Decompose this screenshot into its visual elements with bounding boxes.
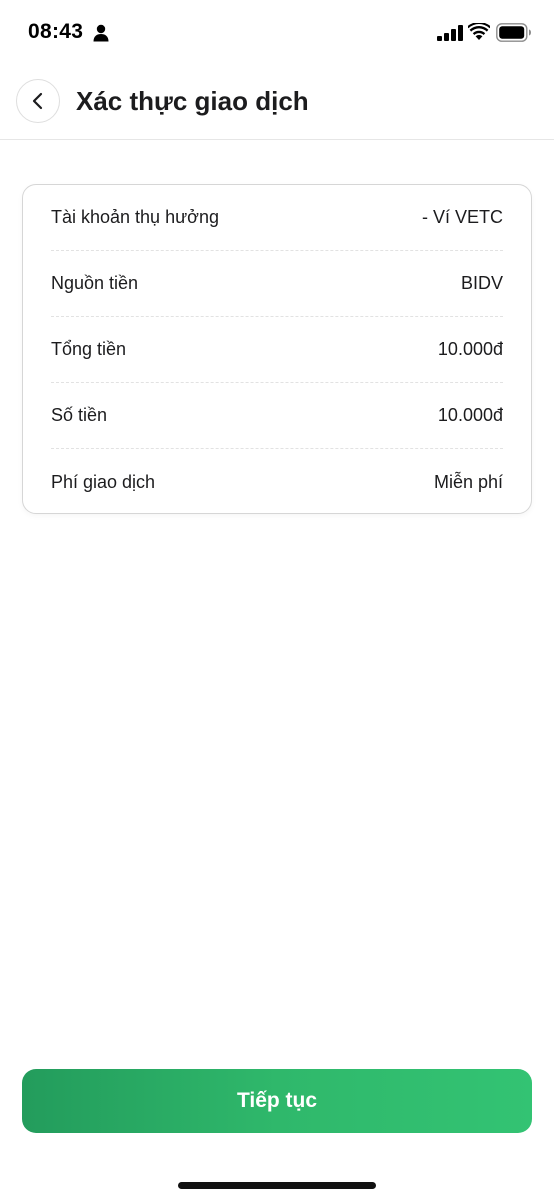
detail-label: Số tiền: [51, 405, 108, 425]
detail-value: BIDV: [460, 273, 503, 293]
person-icon: [93, 24, 109, 42]
status-time: 08:43: [28, 20, 84, 43]
app-header: Xác thực giao dịch: [0, 66, 554, 140]
detail-row-source: Nguồn tiền BIDV: [51, 251, 503, 317]
detail-label: Phí giao dịch: [51, 471, 156, 492]
status-bar: 08:43: [0, 0, 554, 66]
detail-value: 10.000đ: [437, 405, 503, 425]
chevron-left-icon: [32, 92, 43, 110]
detail-value: Miễn phí: [433, 471, 503, 492]
detail-label: Tổng tiền: [51, 339, 127, 359]
detail-row-fee: Phí giao dịch Miễn phí: [51, 449, 503, 515]
continue-button[interactable]: Tiếp tục: [22, 1069, 532, 1133]
detail-value: 10.000đ: [437, 339, 503, 359]
signal-icon: [437, 25, 463, 41]
back-button[interactable]: [16, 79, 60, 123]
battery-icon: [496, 23, 531, 42]
detail-label: Tài khoản thụ hưởng: [51, 207, 219, 227]
home-indicator: [178, 1182, 376, 1189]
confirm-transaction-screen: 08:43 Xác thực giao dịch Tài khoản thụ h…: [0, 0, 554, 1200]
detail-row-beneficiary: Tài khoản thụ hưởng - Ví VETC: [51, 185, 503, 251]
detail-row-total: Tổng tiền 10.000đ: [51, 317, 503, 383]
transaction-details-card: Tài khoản thụ hưởng - Ví VETC Nguồn tiền…: [22, 184, 532, 514]
detail-label: Nguồn tiền: [51, 273, 139, 293]
wifi-icon: [468, 23, 490, 40]
detail-value: - Ví VETC: [421, 207, 503, 227]
page-title: Xác thực giao dịch: [76, 86, 309, 116]
detail-row-amount: Số tiền 10.000đ: [51, 383, 503, 449]
